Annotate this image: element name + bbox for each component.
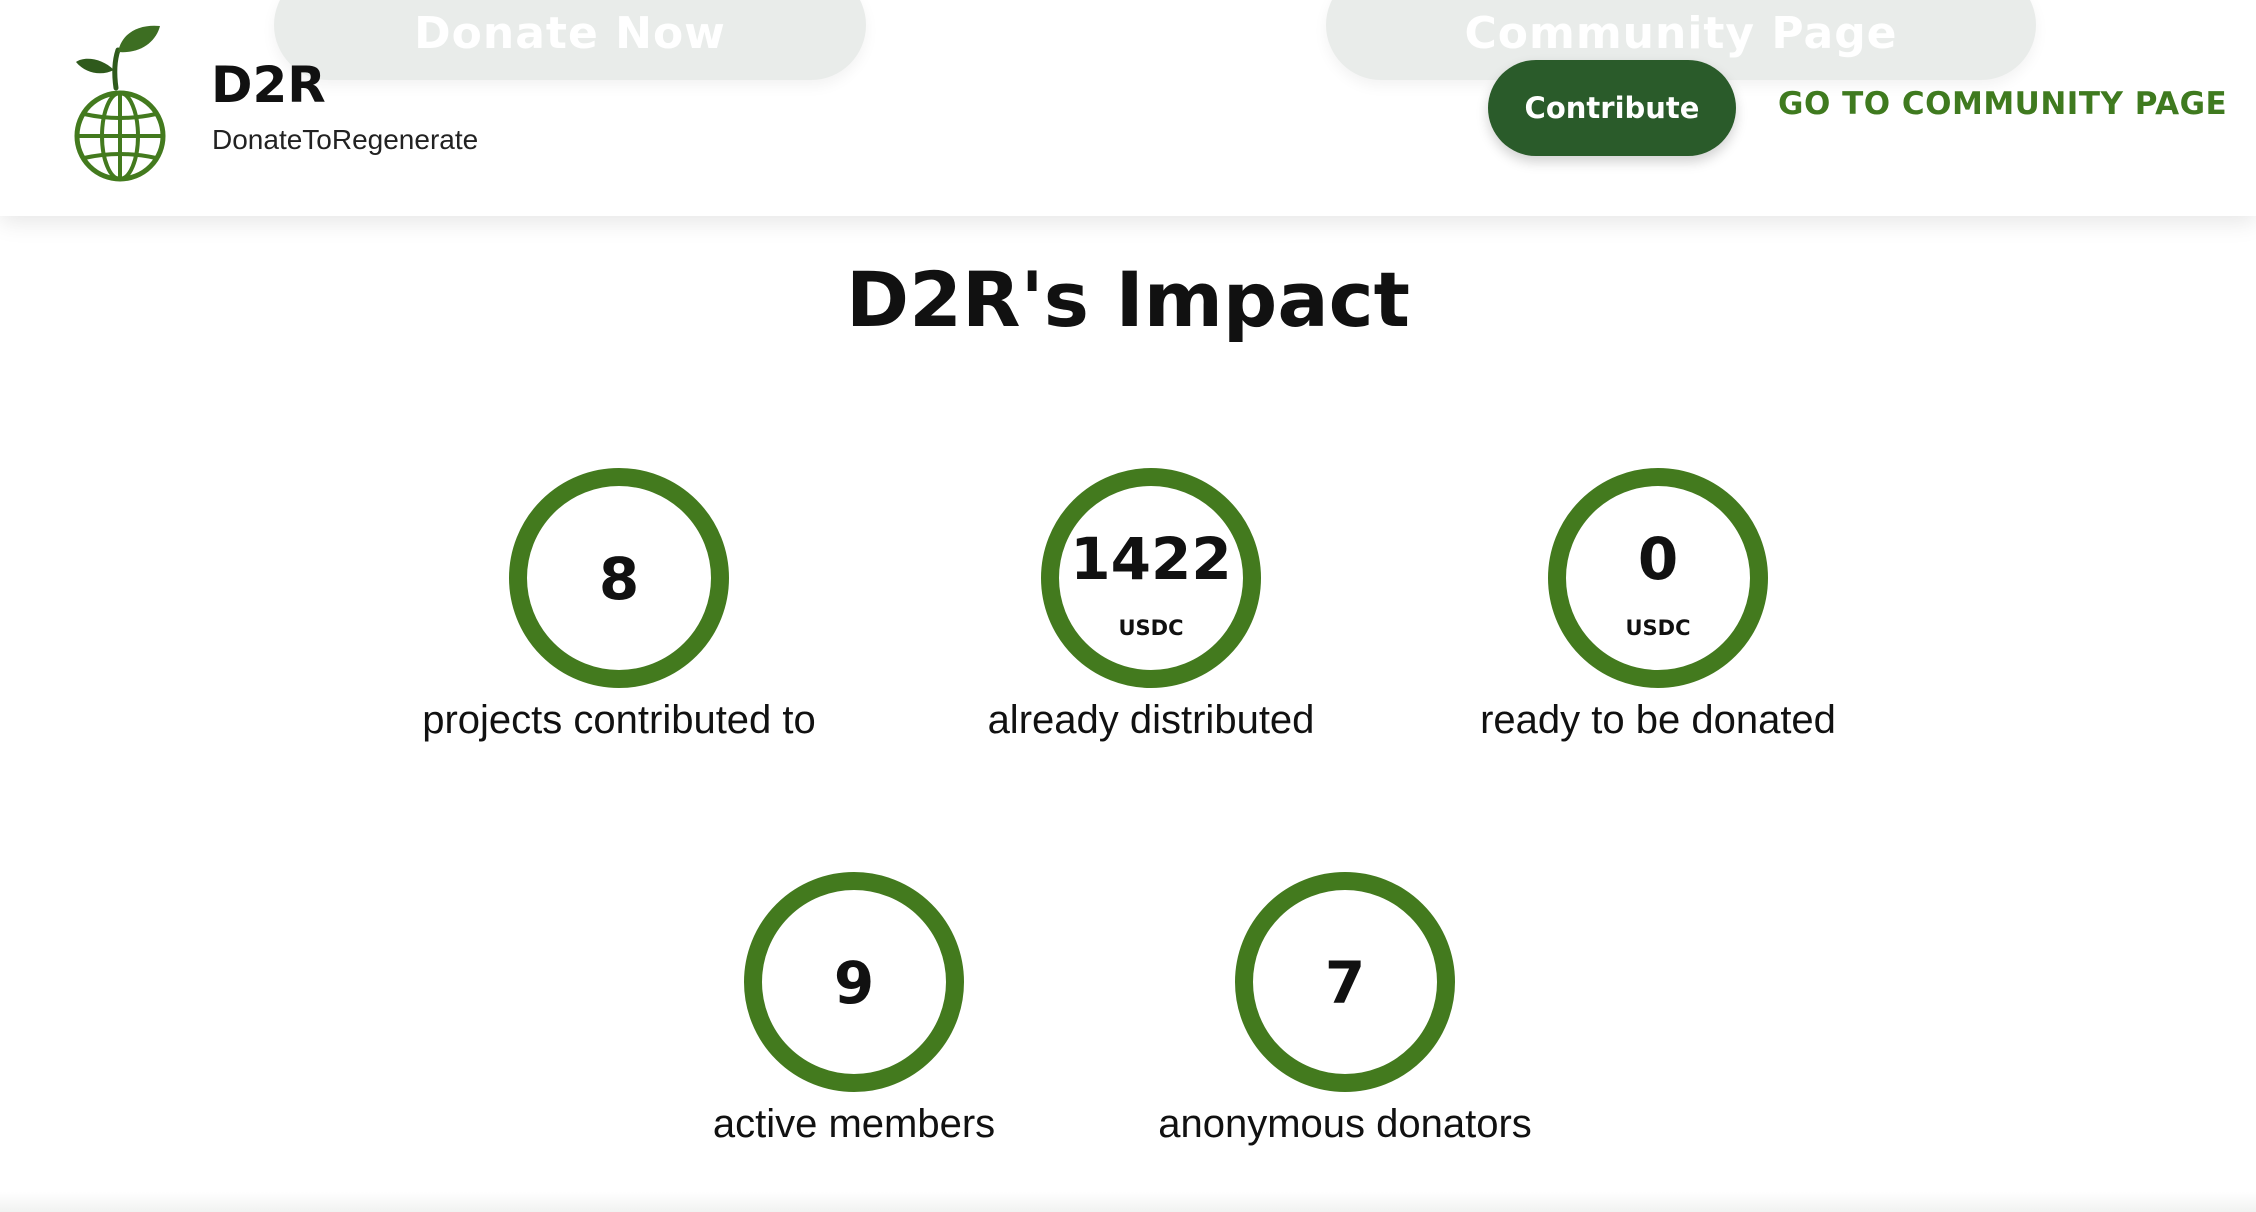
site-header: Donate Now Community Page D2R DonateToRe… [0,0,2256,216]
stat-ready-to-be-donated: 0 USDC ready to be donated [1398,468,1918,768]
stat-already-distributed: 1422 USDC already distributed [891,468,1411,768]
brand-name[interactable]: D2R [211,60,326,110]
donate-now-label: Donate Now [414,8,726,59]
stat-label: active members [712,1102,996,1146]
globe-sprout-icon[interactable] [68,22,174,184]
stat-value: 0 [1637,525,1679,593]
stat-ring: 0 USDC [1548,468,1768,688]
page-title: D2R's Impact [846,255,1410,344]
stat-ring: 8 [509,468,729,688]
stat-ring: 1422 USDC [1041,468,1261,688]
stat-label: anonymous donators [1158,1102,1532,1146]
stat-anonymous-donators: 7 anonymous donators [1085,872,1605,1172]
stat-ring: 9 [744,872,964,1092]
section-divider [0,1192,2256,1212]
stat-projects-contributed: 8 projects contributed to [359,468,879,768]
stat-value: 1422 [1070,525,1232,593]
stat-value: 7 [1324,949,1366,1017]
community-page-label: Community Page [1464,8,1898,59]
contribute-button[interactable]: Contribute [1488,60,1736,156]
go-to-community-page-link[interactable]: GO TO COMMUNITY PAGE [1778,89,2227,120]
stat-unit: USDC [1625,616,1691,640]
stat-label: ready to be donated [1480,698,1836,742]
donate-now-button[interactable]: Donate Now [274,0,866,80]
stat-label: already distributed [987,698,1315,742]
stat-value: 8 [598,545,640,613]
stat-unit: USDC [1118,616,1184,640]
stat-ring: 7 [1235,872,1455,1092]
brand-tagline: DonateToRegenerate [212,124,479,155]
stat-label: projects contributed to [422,698,816,742]
stat-value: 9 [833,949,875,1017]
stat-active-members: 9 active members [594,872,1114,1172]
